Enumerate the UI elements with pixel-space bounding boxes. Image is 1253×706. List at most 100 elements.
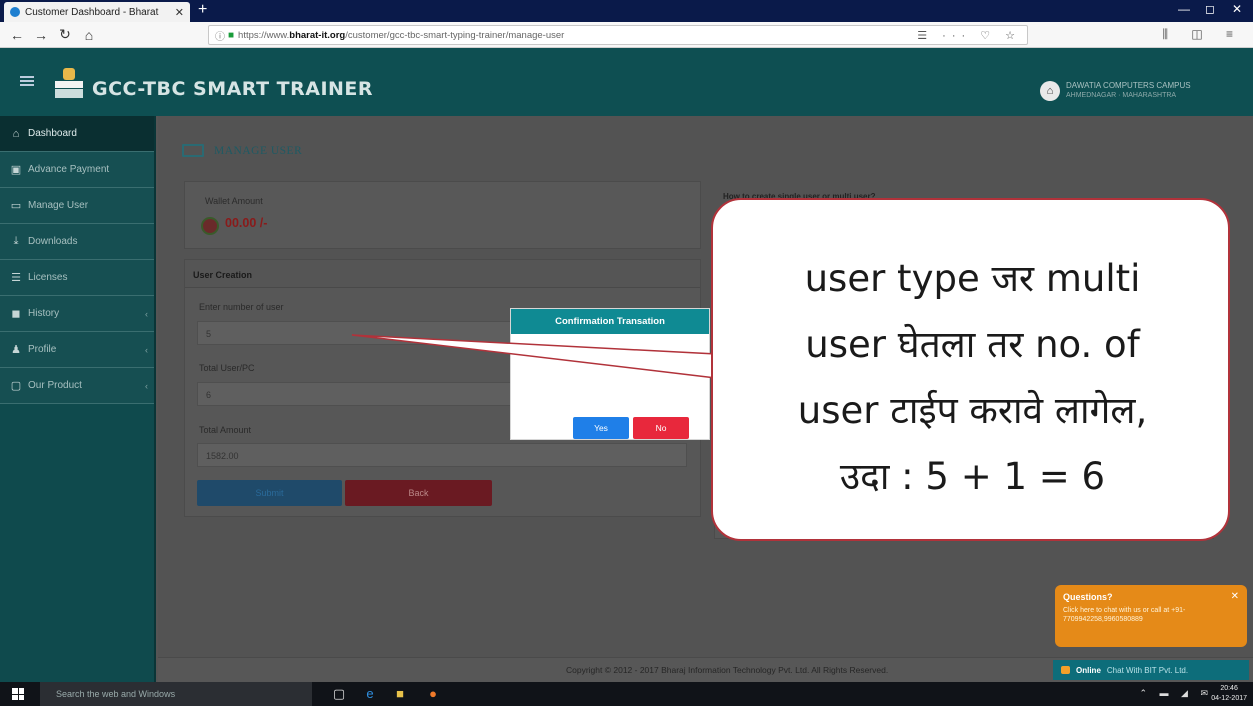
edge-icon[interactable]: e [361,685,379,703]
minimize-icon[interactable]: — [1178,2,1190,16]
dialog-title: Confirmation Transation [511,309,709,334]
maximize-icon[interactable]: ◻ [1205,2,1215,16]
close-window-icon[interactable]: ✕ [1232,2,1242,16]
task-view-icon[interactable]: ▢ [330,685,348,703]
chevron-left-icon: ‹ [145,380,148,391]
callout-line: user टाईप करावे लागेल, [797,389,1148,432]
institution-icon: ⌂ [1040,81,1060,101]
back-button[interactable]: Back [345,480,492,506]
brand-title: GCC-TBC SMART TRAINER [92,78,374,100]
clock[interactable]: 20:46 04-12-2017 [1211,684,1247,704]
sidebar-item-dashboard[interactable]: ⌂ Dashboard [0,116,156,152]
home-icon: ⌂ [12,127,20,140]
product-icon: ▢ [10,380,22,392]
chat-popup[interactable]: Questions? ✕ Click here to chat with us … [1055,585,1247,647]
browser-tab[interactable]: Customer Dashboard - Bharat ✕ [4,2,190,22]
download-icon: ⤓ [13,235,19,247]
copyright-text: Copyright © 2012 - 2017 Bharaj Informati… [566,665,889,675]
file-explorer-icon[interactable]: ■ [391,685,409,703]
sidebar-item-manage-user[interactable]: ▭ Manage User [0,188,156,224]
sidebar-item-label: Dashboard [28,128,77,139]
yes-button[interactable]: Yes [573,417,629,439]
sidebar-item-label: Advance Payment [28,164,110,175]
total-amount-label: Total Amount [199,425,252,435]
chat-text: Click here to chat with us or call at +9… [1063,607,1186,623]
windows-start-icon[interactable] [12,688,24,700]
card-icon: ▣ [10,164,22,176]
page-title: MANAGE USER [182,144,302,157]
license-icon: ☰ [11,272,21,284]
chat-bar-label: Chat With BIT Pvt. Ltd. [1106,665,1189,675]
callout-text: user type जर multi user घेतला तर no. of … [713,246,1232,510]
user-creation-title: User Creation [185,260,700,288]
chat-status: Online [1076,665,1101,675]
sidebar-item-history[interactable]: ◼ History ‹ [0,296,156,332]
sidebar-item-label: Downloads [28,236,78,247]
dialog-body: Yes No [511,334,709,441]
wallet-icon [201,217,219,235]
sidebar-item-licenses[interactable]: ☰ Licenses [0,260,156,296]
info-icon: ⓘ [215,31,225,43]
monitor-icon: ▭ [10,200,22,212]
sidebar-item-downloads[interactable]: ⤓ Downloads [0,224,156,260]
chevron-left-icon: ‹ [145,344,148,355]
home-icon[interactable]: ⌂ [82,27,96,43]
close-icon[interactable]: ✕ [1231,591,1239,602]
reload-icon[interactable]: ↻ [58,26,72,43]
monitor-icon [182,144,204,157]
taskbar-search[interactable]: Search the web and Windows [40,682,312,706]
sidebar-item-label: Licenses [28,272,68,283]
favicon-icon [10,7,20,17]
submit-button[interactable]: Submit [197,480,342,506]
sidebar-item-advance-payment[interactable]: ▣ Advance Payment [0,152,156,188]
lock-icon: ■ [228,29,235,41]
user-name[interactable]: DAWATIA COMPUTERS CAMPUS [1066,81,1191,90]
address-bar[interactable]: ⓘ ■ https://www. bharat-it.org /customer… [208,25,1028,45]
browser-menu-icons[interactable]: ⫼ ◫ ≡ [1162,27,1243,42]
url-host: bharat-it.org [289,29,346,41]
total-users-label: Total User/PC [199,363,255,373]
url-path: /customer/gcc-tbc-smart-typing-trainer/m… [345,29,565,41]
page-title-text: MANAGE USER [214,144,303,157]
sidebar-item-label: Profile [28,344,57,355]
total-amount-field[interactable]: 1582.00 [197,443,687,467]
menu-toggle-icon[interactable] [20,76,34,86]
chat-bar[interactable]: Online Chat With BIT Pvt. Ltd. [1053,660,1249,680]
app-header: GCC-TBC SMART TRAINER ⌂ DAWATIA COMPUTER… [0,48,1253,116]
wallet-amount: 00.00 /- [225,216,268,230]
sidebar-item-profile[interactable]: ♟ Profile ‹ [0,332,156,368]
sidebar-item-label: History [28,308,60,319]
wallet-label: Wallet Amount [205,196,263,206]
chevron-left-icon: ‹ [145,308,148,319]
user-icon: ♟ [11,344,21,356]
clock-date: 04-12-2017 [1211,695,1247,702]
callout-line: user type जर multi [804,257,1141,300]
sidebar-item-our-product[interactable]: ▢ Our Product ‹ [0,368,156,404]
taskbar: Search the web and Windows ▢ e ■ ● ⌃ ▬ ◢… [0,682,1253,706]
logo-icon [55,68,83,98]
annotation-callout: user type जर multi user घेतला तर no. of … [711,198,1230,541]
back-arrow-icon[interactable]: ← [10,27,24,43]
system-tray-icons[interactable]: ⌃ ▬ ◢ ✉ [1139,688,1213,699]
browser-nav-bar: ← → ↻ ⌂ ⓘ ■ https://www. bharat-it.org /… [0,22,1253,48]
tab-close-icon[interactable]: ✕ [175,6,184,19]
browser-tab-bar: Customer Dashboard - Bharat ✕ + — ◻ ✕ [0,0,1253,22]
firefox-icon[interactable]: ● [424,685,442,703]
confirmation-dialog: Confirmation Transation Yes No [510,308,710,440]
chat-bubble-icon [1061,666,1070,674]
chat-question: Questions? [1063,592,1113,602]
forward-arrow-icon[interactable]: → [34,27,48,43]
url-prefix: https://www. [238,29,290,41]
sidebar-item-label: Manage User [28,200,89,211]
callout-line: user घेतला तर no. of [805,323,1140,366]
sidebar-item-label: Our Product [28,380,82,391]
sidebar: ⌂ Dashboard ▣ Advance Payment ▭ Manage U… [0,116,156,682]
num-users-label: Enter number of user [199,302,284,312]
history-icon: ◼ [11,308,21,320]
user-location: AHMEDNAGAR · MAHARASHTRA [1066,92,1177,99]
wallet-card: Wallet Amount 00.00 /- [184,181,701,249]
no-button[interactable]: No [633,417,689,439]
new-tab-icon[interactable]: + [198,1,207,19]
tab-title: Customer Dashboard - Bharat [25,6,159,18]
url-tools-icons[interactable]: ☰ ··· ♡ ☆ [917,29,1021,42]
